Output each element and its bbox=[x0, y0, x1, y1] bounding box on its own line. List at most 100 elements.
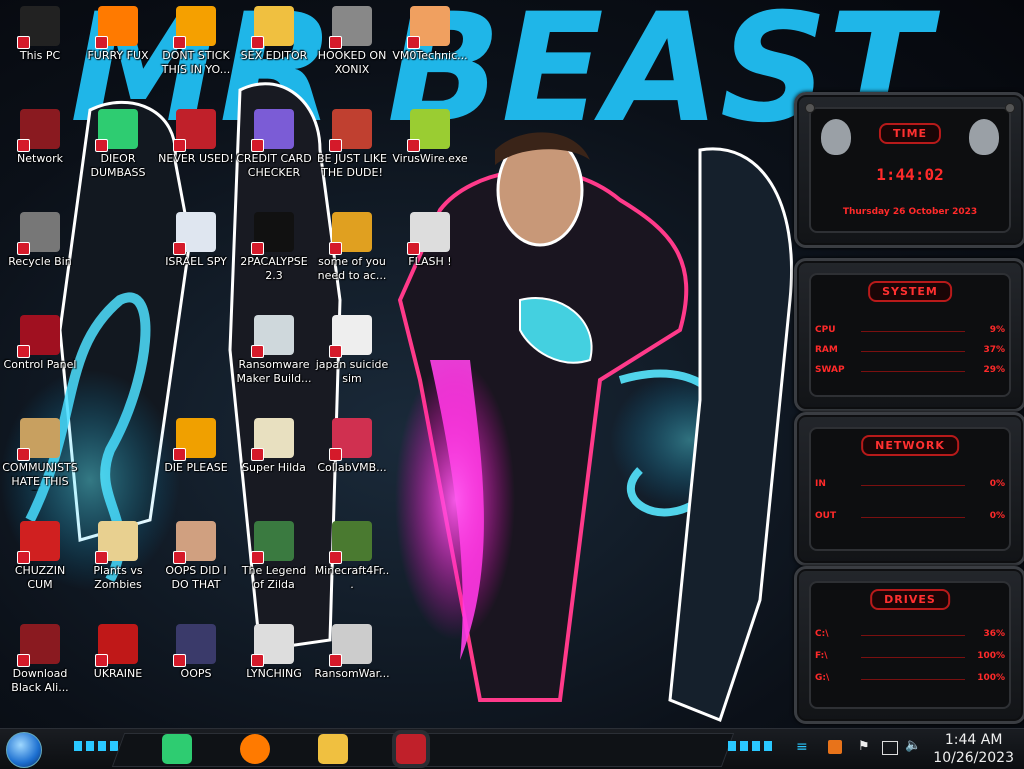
volume-icon[interactable]: 🔈 bbox=[905, 738, 921, 753]
app-icon bbox=[251, 212, 294, 255]
app-icon bbox=[329, 6, 372, 49]
desktop-icon[interactable]: LYNCHING bbox=[234, 618, 314, 681]
drives-row: C:\ 36% bbox=[815, 629, 1005, 639]
app-icon bbox=[251, 624, 294, 667]
file-explorer-icon[interactable] bbox=[318, 734, 348, 764]
desktop-icon[interactable]: Minecraft4Fr... bbox=[312, 515, 392, 592]
desktop-icon-label: FURRY FUX bbox=[87, 49, 149, 62]
network-row: OUT 0% bbox=[815, 511, 1005, 521]
network-tray-icon[interactable] bbox=[882, 741, 898, 755]
desktop-icon[interactable]: CREDIT CARD CHECKER bbox=[234, 103, 314, 180]
notes-app-icon[interactable] bbox=[162, 734, 192, 764]
app-icon bbox=[17, 109, 60, 152]
desktop-icon[interactable]: The Legend of Zilda bbox=[234, 515, 314, 592]
system-widget: SYSTEM CPU 9% RAM 37% SWAP 29% bbox=[794, 258, 1024, 412]
shortcut-overlay-icon bbox=[17, 654, 30, 667]
desktop-icon[interactable]: NEVER USED! bbox=[156, 103, 236, 166]
desktop-icon[interactable]: VM0Technic... bbox=[390, 0, 470, 63]
desktop-icon[interactable]: Super Hilda bbox=[234, 412, 314, 475]
network-row: IN 0% bbox=[815, 479, 1005, 489]
desktop-icon[interactable]: OOPS DID I DO THAT bbox=[156, 515, 236, 592]
drives-widget: DRIVES C:\ 36% F:\ 100% G:\ 100% bbox=[794, 566, 1024, 724]
app-icon bbox=[407, 6, 450, 49]
shortcut-overlay-icon bbox=[329, 654, 342, 667]
drives-row-label: F:\ bbox=[815, 651, 828, 661]
desktop-icon[interactable]: This PC bbox=[0, 0, 80, 63]
desktop-icon[interactable]: ISRAEL SPY bbox=[156, 206, 236, 269]
system-row-value: 29% bbox=[983, 365, 1005, 375]
shortcut-overlay-icon bbox=[17, 345, 30, 358]
desktop-icon[interactable]: 2PACALYPSE 2.3 bbox=[234, 206, 314, 283]
system-row-label: CPU bbox=[815, 325, 836, 335]
desktop-icon[interactable]: CHUZZIN CUM bbox=[0, 515, 80, 592]
desktop-icon[interactable]: CollabVMB... bbox=[312, 412, 392, 475]
action-center-flag-icon[interactable]: ⚑ bbox=[858, 739, 870, 754]
desktop-icon[interactable]: FLASH ! bbox=[390, 206, 470, 269]
desktop-icon[interactable]: Control Panel bbox=[0, 309, 80, 372]
system-row: CPU 9% bbox=[815, 325, 1005, 335]
app-icon bbox=[329, 418, 372, 461]
shortcut-overlay-icon bbox=[95, 36, 108, 49]
desktop-icon[interactable]: japan suicide sim bbox=[312, 309, 392, 386]
app-icon bbox=[407, 212, 450, 255]
start-button[interactable] bbox=[6, 732, 42, 768]
desktop-icon[interactable]: BE JUST LIKE THE DUDE! bbox=[312, 103, 392, 180]
network-widget-title: NETWORK bbox=[861, 435, 959, 456]
app-icon bbox=[17, 6, 60, 49]
desktop-icon[interactable]: Network bbox=[0, 103, 80, 166]
desktop-icon[interactable]: Download Black Ali... bbox=[0, 618, 80, 695]
desktop-icon[interactable]: VirusWire.exe bbox=[390, 103, 470, 166]
shortcut-overlay-icon bbox=[95, 551, 108, 564]
desktop-icon-label: Download Black Ali... bbox=[11, 667, 69, 694]
shortcut-overlay-icon bbox=[95, 139, 108, 152]
desktop-icon[interactable]: DONT STICK THIS IN YO... bbox=[156, 0, 236, 77]
show-hidden-icons-chevron-icon[interactable]: ≡ bbox=[796, 739, 814, 757]
desktop-icon-label: Plants vs Zombies bbox=[93, 564, 143, 591]
firefox-icon[interactable] bbox=[240, 734, 270, 764]
shortcut-overlay-icon bbox=[95, 654, 108, 667]
app-icon bbox=[329, 521, 372, 564]
system-row-graph bbox=[861, 351, 965, 352]
drives-row-value: 36% bbox=[983, 629, 1005, 639]
app-icon bbox=[17, 418, 60, 461]
time-widget: TIME 1:44:02 Thursday 26 October 2023 bbox=[794, 92, 1024, 248]
shortcut-overlay-icon bbox=[251, 551, 264, 564]
desktop-icon[interactable]: some of you need to ac... bbox=[312, 206, 392, 283]
shortcut-overlay-icon bbox=[251, 448, 264, 461]
shortcut-overlay-icon bbox=[329, 242, 342, 255]
desktop-icon[interactable]: HOOKED ON XONIX bbox=[312, 0, 392, 77]
shortcut-overlay-icon bbox=[251, 345, 264, 358]
desktop-icon-label: Network bbox=[17, 152, 63, 165]
desktop-icon-label: BE JUST LIKE THE DUDE! bbox=[316, 152, 388, 179]
desktop-icon[interactable]: Plants vs Zombies bbox=[78, 515, 158, 592]
active-window-icon[interactable] bbox=[396, 734, 426, 764]
system-row-value: 37% bbox=[983, 345, 1005, 355]
app-icon bbox=[173, 624, 216, 667]
desktop-icon[interactable]: COMMUNISTS HATE THIS G... bbox=[0, 412, 80, 491]
app-icon bbox=[173, 109, 216, 152]
desktop-icon-label: VM0Technic... bbox=[392, 49, 468, 62]
app-tray-icon[interactable] bbox=[828, 740, 842, 754]
drives-row-label: G:\ bbox=[815, 673, 830, 683]
app-icon bbox=[95, 109, 138, 152]
shortcut-overlay-icon bbox=[17, 448, 30, 461]
taskbar-clock[interactable]: 1:44 AM 10/26/2023 bbox=[933, 729, 1014, 767]
desktop-icon[interactable]: UKRAINE bbox=[78, 618, 158, 681]
widget-date: Thursday 26 October 2023 bbox=[842, 207, 978, 217]
drives-row-label: C:\ bbox=[815, 629, 829, 639]
desktop-icon-label: LYNCHING bbox=[246, 667, 302, 680]
drives-widget-title: DRIVES bbox=[870, 589, 950, 610]
desktop-icon[interactable]: FURRY FUX bbox=[78, 0, 158, 63]
desktop-icon[interactable]: Ransomware Maker Build... bbox=[234, 309, 314, 386]
app-icon bbox=[95, 6, 138, 49]
desktop-icon-label: FLASH ! bbox=[408, 255, 452, 268]
desktop-icon[interactable]: RansomWar... bbox=[312, 618, 392, 681]
shortcut-overlay-icon bbox=[17, 242, 30, 255]
desktop-icon-label: OOPS DID I DO THAT bbox=[165, 564, 227, 591]
desktop-icon[interactable]: DIE PLEASE bbox=[156, 412, 236, 475]
desktop-icon[interactable]: OOPS bbox=[156, 618, 236, 681]
desktop-icon[interactable]: Recycle Bin bbox=[0, 206, 80, 269]
desktop-icon-label: COMMUNISTS HATE THIS G... bbox=[2, 461, 78, 491]
desktop-icon[interactable]: DIEOR DUMBASS bbox=[78, 103, 158, 180]
desktop-icon[interactable]: SEX EDITOR bbox=[234, 0, 314, 63]
